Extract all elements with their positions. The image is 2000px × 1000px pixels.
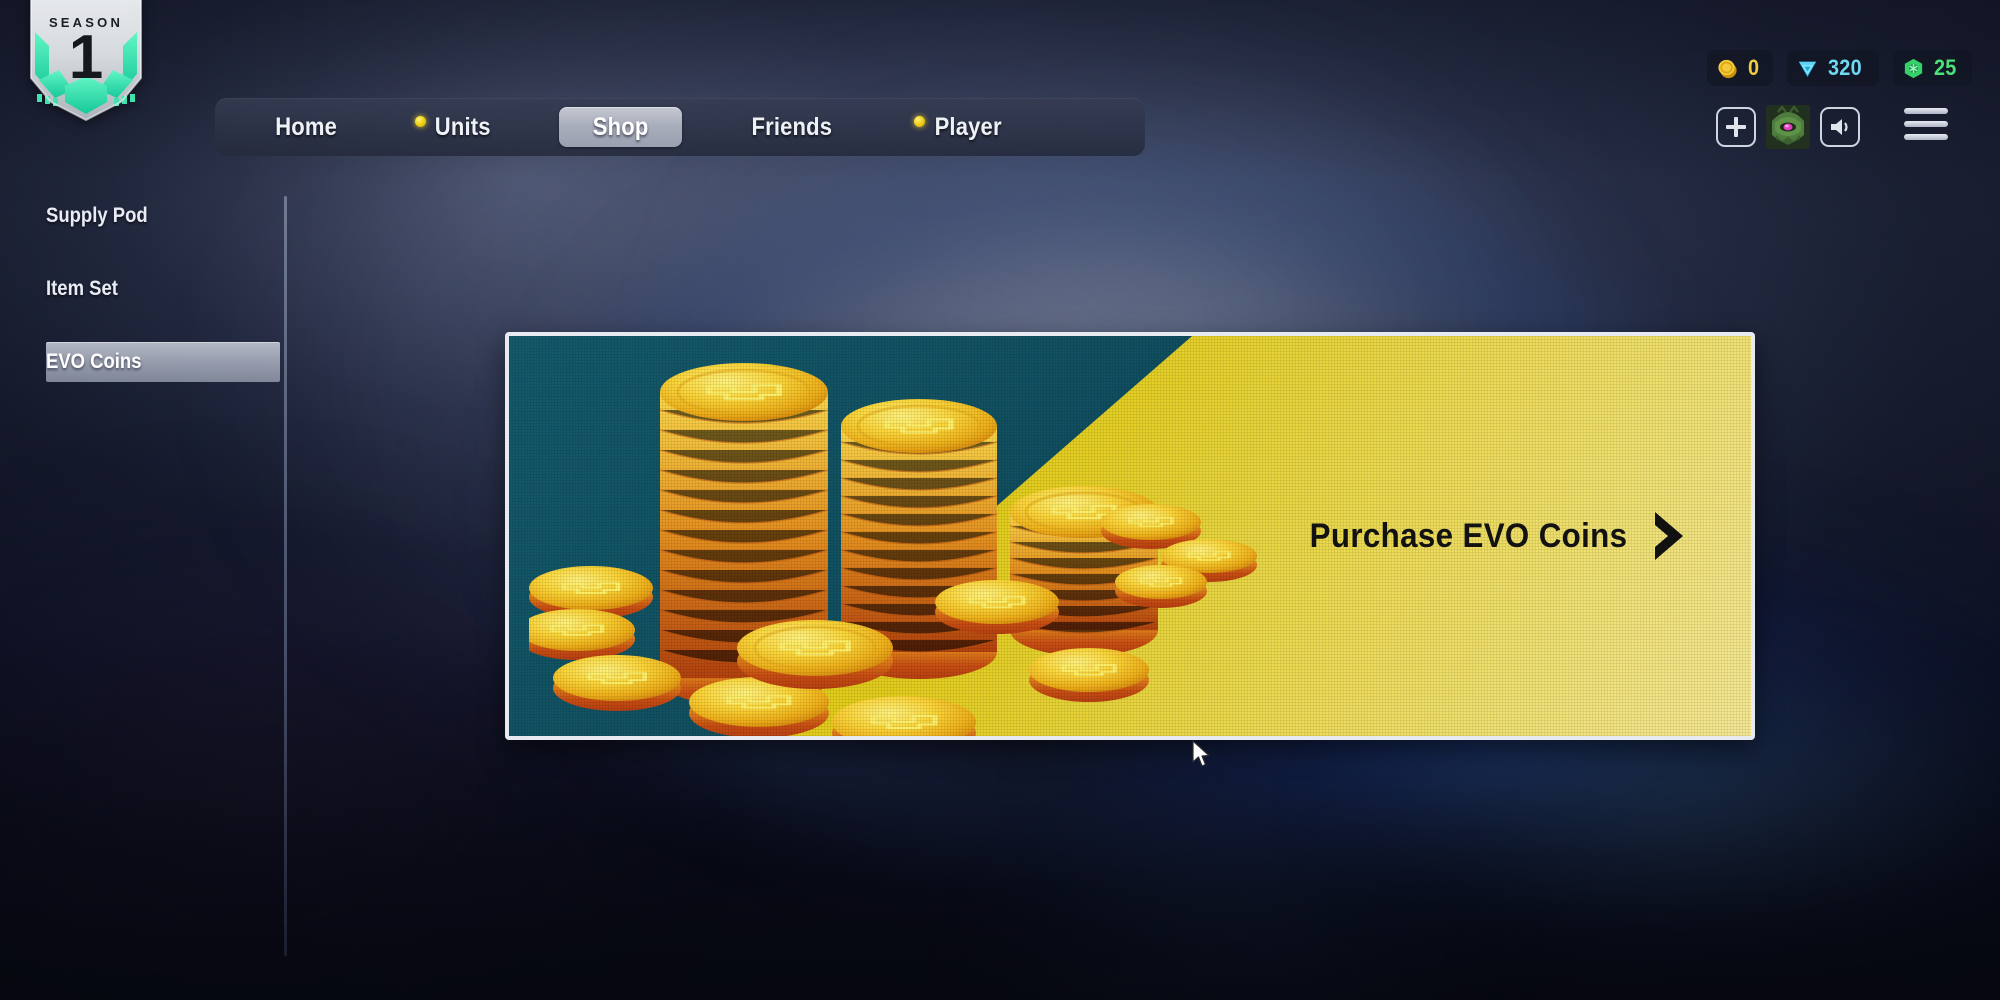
currency-chip-gems[interactable]: 320	[1787, 50, 1879, 86]
sidebar-item-item-set-label: Item Set	[46, 277, 118, 300]
chevron-right-icon	[1655, 512, 1683, 560]
top-right-actions	[1716, 105, 1860, 149]
mouse-cursor	[1192, 740, 1210, 767]
sidebar-item-supply-pod[interactable]: Supply Pod	[0, 196, 290, 236]
currency-bar: 0 320 25	[1706, 50, 1972, 86]
purchase-cta[interactable]: Purchase EVO Coins	[1282, 509, 1689, 563]
cyan-gem-icon	[1799, 61, 1817, 77]
notification-dot-icon	[415, 116, 427, 127]
nav-tab-units-label: Units	[435, 112, 491, 141]
sidebar-item-item-set[interactable]: Item Set	[0, 269, 290, 309]
sidebar-item-supply-pod-label: Supply Pod	[46, 204, 148, 227]
purchase-cta-label: Purchase EVO Coins	[1309, 516, 1627, 555]
season-number: 1	[68, 23, 104, 92]
sidebar-item-evo-coins[interactable]: EVO Coins	[0, 342, 290, 382]
nav-tab-shop[interactable]: Shop	[558, 107, 683, 147]
sidebar-item-evo-coins-label: EVO Coins	[46, 350, 142, 373]
hamburger-line-top	[1904, 108, 1948, 114]
season-badge: SEASON 1	[25, 0, 147, 124]
currency-value-energy: 25	[1933, 55, 1957, 80]
add-button[interactable]	[1716, 107, 1756, 147]
nav-tab-home[interactable]: Home	[249, 107, 363, 147]
currency-chip-energy[interactable]: 25	[1892, 50, 1972, 86]
speaker-icon	[1831, 119, 1848, 135]
avatar-icon	[1766, 105, 1810, 149]
hamburger-menu-button[interactable]	[1904, 108, 1948, 140]
sound-button[interactable]	[1820, 107, 1860, 147]
nav-tab-friends[interactable]: Friends	[724, 107, 860, 147]
nav-tab-shop-label: Shop	[592, 112, 649, 141]
currency-chip-evo-coins[interactable]: 0	[1706, 50, 1774, 86]
shop-category-sidebar: Supply Pod Item Set EVO Coins	[0, 196, 290, 415]
main-navigation-bar: Home Units Shop Friends Player	[215, 98, 1145, 156]
green-hex-icon	[1904, 58, 1923, 78]
notification-dot-icon	[913, 116, 925, 127]
nav-tab-player[interactable]: Player	[908, 107, 1028, 147]
nav-tab-units[interactable]: Units	[409, 107, 517, 147]
nav-tab-friends-label: Friends	[751, 112, 833, 141]
hamburger-line-middle	[1904, 121, 1948, 127]
nav-tab-player-label: Player	[934, 112, 1002, 141]
hamburger-line-bottom	[1904, 134, 1948, 140]
purchase-evo-coins-banner[interactable]: Purchase EVO Coins	[505, 332, 1755, 740]
player-avatar[interactable]	[1766, 105, 1810, 149]
currency-value-evo-coins: 0	[1747, 55, 1760, 80]
nav-tab-home-label: Home	[275, 112, 338, 141]
currency-value-gems: 320	[1828, 55, 1863, 80]
gold-coin-icon	[1718, 59, 1737, 78]
